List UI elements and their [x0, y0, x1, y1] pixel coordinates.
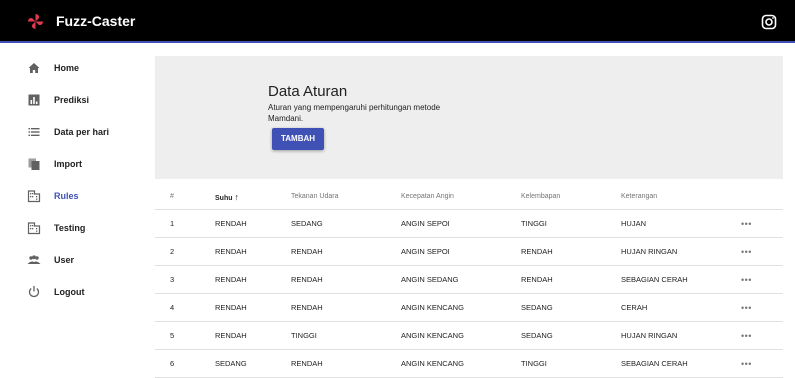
cell-suhu: RENDAH [215, 275, 247, 284]
add-rule-button[interactable]: TAMBAH [272, 128, 324, 150]
sidebar-item-label: Home [54, 63, 80, 73]
cell-kelembapan: SEDANG [521, 303, 553, 312]
cell-suhu: RENDAH [215, 303, 247, 312]
cell-kecepatan-angin: ANGIN SEPOI [401, 247, 450, 256]
home-icon [28, 63, 40, 73]
cell-kelembapan: RENDAH [521, 247, 553, 256]
cell-keterangan: CERAH [621, 303, 648, 312]
sidebar-item-import[interactable]: Import [0, 149, 140, 181]
more-options-icon[interactable]: ••• [741, 210, 752, 238]
table-header: # Suhu ↑ Tekanan Udara Kecepatan Angin K… [155, 184, 783, 210]
more-options-icon[interactable]: ••• [741, 266, 752, 294]
page-title: Data Aturan [268, 83, 348, 100]
bar-chart-icon [28, 94, 40, 106]
app-bar: Fuzz-Caster [0, 0, 795, 43]
cell-kecepatan-angin: ANGIN KENCANG [401, 331, 464, 340]
cell-kelembapan: RENDAH [521, 275, 553, 284]
app-title: Fuzz-Caster [56, 13, 136, 29]
cell-tekanan-udara: RENDAH [291, 247, 323, 256]
cell-kecepatan-angin: ANGIN SEPOI [401, 219, 450, 228]
column-header-number[interactable]: # [170, 184, 174, 210]
row-number: 4 [170, 303, 175, 312]
table-row: 6 SEDANG RENDAH ANGIN KENCANG TINGGI SEB… [155, 350, 783, 378]
cell-keterangan: HUJAN RINGAN [621, 247, 678, 256]
cell-kelembapan: TINGGI [521, 219, 547, 228]
row-number: 6 [170, 359, 175, 368]
sidebar-item-label: Rules [54, 191, 79, 201]
building-icon [27, 222, 41, 235]
cell-suhu: SEDANG [215, 359, 247, 368]
cell-tekanan-udara: RENDAH [291, 303, 323, 312]
sort-arrow-up-icon: ↑ [234, 192, 239, 202]
row-number: 5 [170, 331, 175, 340]
cell-keterangan: SEBAGIAN CERAH [621, 275, 688, 284]
column-header-kecepatan-angin[interactable]: Kecepatan Angin [401, 184, 454, 210]
sidebar-item-label: Import [54, 159, 82, 169]
import-file-icon [28, 158, 40, 170]
cell-suhu: RENDAH [215, 331, 247, 340]
table-row: 5 RENDAH TINGGI ANGIN KENCANG SEDANG HUJ… [155, 322, 783, 350]
more-options-icon[interactable]: ••• [741, 350, 752, 378]
building-icon [27, 190, 41, 203]
cell-keterangan: HUJAN [621, 219, 647, 228]
page-header-card: Data Aturan Aturan yang mempengaruhi per… [155, 56, 783, 179]
table-row: 3 RENDAH RENDAH ANGIN SEDANG RENDAH SEBA… [155, 266, 783, 294]
sidebar-item-label: User [54, 255, 75, 265]
table-row: 1 RENDAH SEDANG ANGIN SEPOI TINGGI HUJAN… [155, 210, 783, 238]
sidebar-item-home[interactable]: Home [0, 53, 140, 85]
sidebar-item-data-per-hari[interactable]: Data per hari [0, 117, 140, 149]
row-number: 3 [170, 275, 175, 284]
instagram-icon[interactable] [761, 14, 777, 30]
users-icon [27, 255, 41, 264]
more-options-icon[interactable]: ••• [741, 322, 752, 350]
cell-kelembapan: SEDANG [521, 331, 553, 340]
more-options-icon[interactable]: ••• [741, 294, 752, 322]
cell-tekanan-udara: TINGGI [291, 331, 317, 340]
sidebar-item-label: Logout [54, 287, 85, 297]
sidebar-item-rules[interactable]: Rules [0, 181, 140, 213]
cell-kecepatan-angin: ANGIN KENCANG [401, 303, 464, 312]
sidebar-item-logout[interactable]: Logout [0, 277, 140, 309]
list-icon [28, 128, 40, 136]
rules-table: # Suhu ↑ Tekanan Udara Kecepatan Angin K… [155, 184, 783, 378]
cell-tekanan-udara: RENDAH [291, 359, 323, 368]
cell-tekanan-udara: RENDAH [291, 275, 323, 284]
cell-tekanan-udara: SEDANG [291, 219, 323, 228]
cell-kecepatan-angin: ANGIN SEDANG [401, 275, 459, 284]
table-row: 2 RENDAH RENDAH ANGIN SEPOI RENDAH HUJAN… [155, 238, 783, 266]
sidebar-item-prediksi[interactable]: Prediksi [0, 85, 140, 117]
sidebar-item-label: Data per hari [54, 127, 110, 137]
cell-keterangan: HUJAN RINGAN [621, 331, 678, 340]
column-header-tekanan-udara[interactable]: Tekanan Udara [291, 184, 338, 210]
sidebar-item-testing[interactable]: Testing [0, 213, 140, 245]
cell-suhu: RENDAH [215, 219, 247, 228]
page-description: Aturan yang mempengaruhi perhitungan met… [268, 103, 441, 123]
cell-kecepatan-angin: ANGIN KENCANG [401, 359, 464, 368]
sidebar: Home Prediksi Data per hari Import Rules… [0, 45, 140, 378]
sidebar-item-user[interactable]: User [0, 245, 140, 277]
sidebar-item-label: Prediksi [54, 95, 90, 105]
pinwheel-logo-icon [27, 13, 44, 30]
column-header-suhu[interactable]: Suhu ↑ [215, 184, 239, 212]
row-number: 2 [170, 247, 175, 256]
sidebar-item-label: Testing [54, 223, 86, 233]
power-icon [28, 286, 40, 298]
more-options-icon[interactable]: ••• [741, 238, 752, 266]
column-header-keterangan[interactable]: Keterangan [621, 184, 657, 210]
cell-keterangan: SEBAGIAN CERAH [621, 359, 688, 368]
table-row: 4 RENDAH RENDAH ANGIN KENCANG SEDANG CER… [155, 294, 783, 322]
cell-suhu: RENDAH [215, 247, 247, 256]
cell-kelembapan: TINGGI [521, 359, 547, 368]
column-header-kelembapan[interactable]: Kelembapan [521, 184, 560, 210]
row-number: 1 [170, 219, 175, 228]
